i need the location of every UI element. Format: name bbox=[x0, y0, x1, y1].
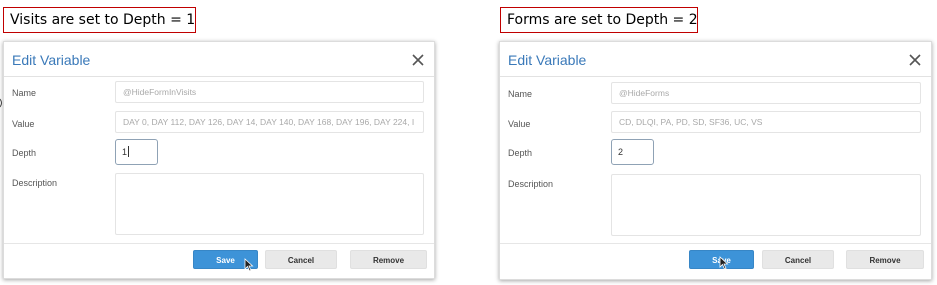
description-textarea[interactable] bbox=[115, 173, 424, 235]
depth-label: Depth bbox=[508, 148, 533, 158]
dialog-title: Edit Variable bbox=[12, 52, 91, 68]
depth-label: Depth bbox=[12, 148, 37, 158]
caption-forms-depth: Forms are set to Depth = 2 bbox=[500, 7, 698, 33]
edit-variable-dialog-forms: Edit Variable Name @HideForms Value CD, … bbox=[499, 41, 932, 280]
description-label: Description bbox=[12, 178, 58, 188]
description-textarea[interactable] bbox=[611, 174, 921, 236]
value-input[interactable]: CD, DLQI, PA, PD, SD, SF36, UC, VS bbox=[611, 111, 921, 133]
remove-button[interactable]: Remove bbox=[350, 250, 427, 269]
value-label: Value bbox=[508, 119, 531, 129]
mouse-pointer-icon bbox=[244, 258, 254, 272]
remove-button[interactable]: Remove bbox=[846, 250, 924, 269]
cancel-button[interactable]: Cancel bbox=[762, 250, 834, 269]
header-divider bbox=[500, 76, 931, 77]
name-label: Name bbox=[508, 89, 533, 99]
name-label: Name bbox=[12, 88, 37, 98]
depth-input[interactable]: 1 bbox=[115, 139, 158, 165]
name-input[interactable]: @HideForms bbox=[611, 82, 921, 104]
text-cursor bbox=[128, 146, 130, 157]
caption-visits-depth: Visits are set to Depth = 1 bbox=[3, 7, 196, 33]
dialog-title: Edit Variable bbox=[508, 52, 587, 68]
name-input[interactable]: @HideFormInVisits bbox=[115, 81, 424, 103]
close-icon[interactable] bbox=[408, 50, 428, 70]
value-input[interactable]: DAY 0, DAY 112, DAY 126, DAY 14, DAY 140… bbox=[115, 111, 424, 133]
header-divider bbox=[4, 76, 434, 77]
footer-divider bbox=[4, 243, 434, 244]
close-icon[interactable] bbox=[905, 50, 925, 70]
depth-value: 2 bbox=[618, 147, 624, 157]
footer-divider bbox=[500, 243, 931, 244]
depth-value: 1 bbox=[122, 147, 128, 157]
mouse-pointer-icon bbox=[719, 256, 729, 270]
edit-variable-dialog-visits: Edit Variable Name @HideFormInVisits Val… bbox=[3, 41, 435, 279]
cancel-button[interactable]: Cancel bbox=[265, 250, 337, 269]
description-label: Description bbox=[508, 179, 554, 189]
depth-input[interactable]: 2 bbox=[611, 139, 654, 165]
value-label: Value bbox=[12, 119, 35, 129]
